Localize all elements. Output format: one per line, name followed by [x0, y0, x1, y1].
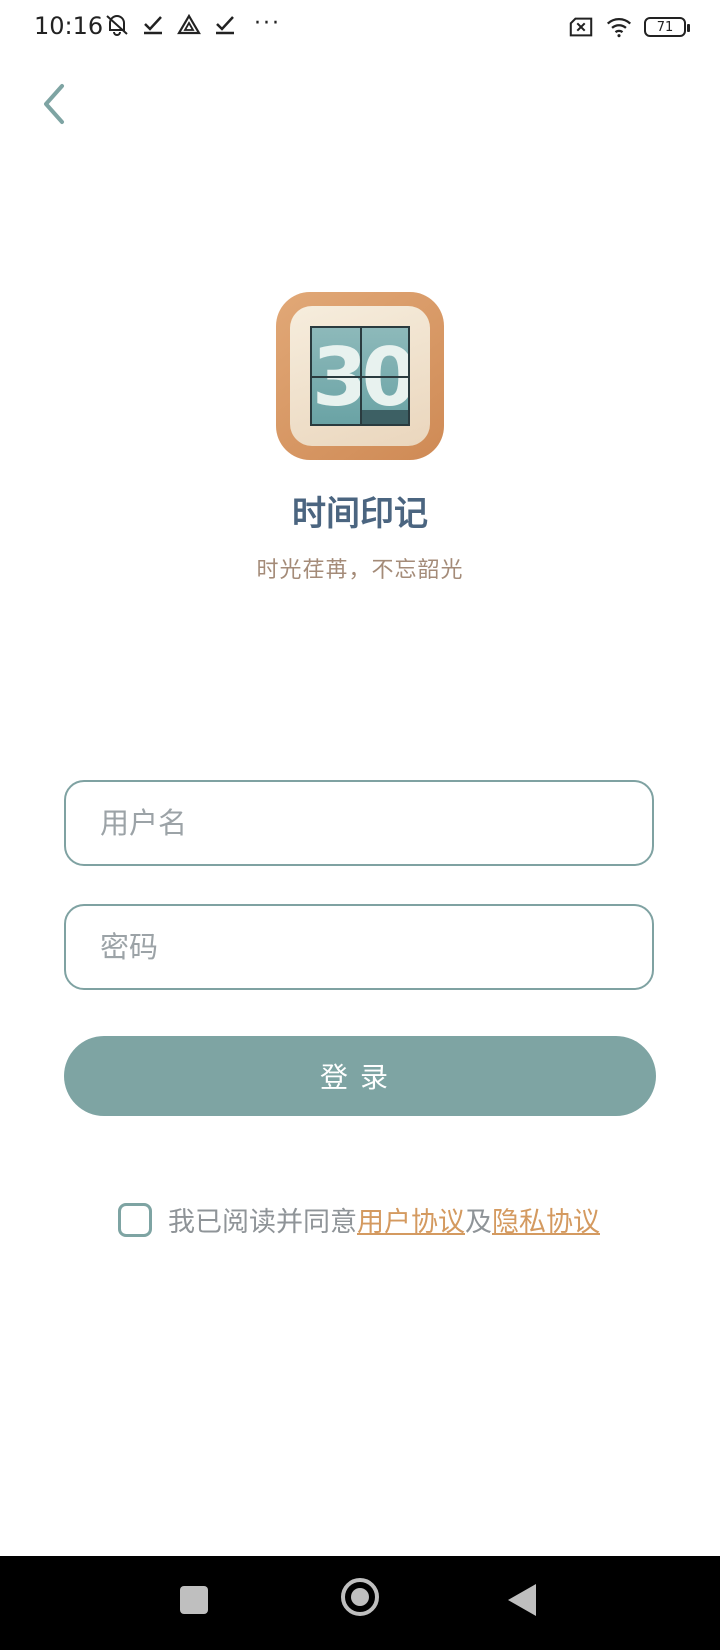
password-field[interactable] — [64, 904, 654, 990]
status-icons-left: ··· — [104, 10, 281, 38]
app-logo: 30 — [276, 292, 444, 460]
agreement-checkbox[interactable] — [118, 1202, 152, 1237]
password-input[interactable] — [66, 906, 652, 988]
home-button[interactable] — [341, 1578, 379, 1616]
drive-icon — [176, 12, 202, 38]
app-slogan: 时光荏苒，不忘韶光 — [256, 558, 464, 583]
username-input[interactable] — [66, 782, 652, 864]
login-button[interactable]: 登录 — [64, 1036, 656, 1116]
agreement-text: 我已阅读并同意 — [168, 1207, 357, 1238]
agreement-row: 我已阅读并同意 用户协议 及 隐私协议 — [118, 1200, 600, 1239]
logo-frame: 30 — [290, 306, 430, 446]
recents-button[interactable] — [180, 1586, 208, 1614]
app-title: 时间印记 — [292, 494, 428, 534]
user-agreement-link[interactable]: 用户协议 — [357, 1200, 465, 1239]
agreement-and: 及 — [465, 1207, 492, 1238]
logo-divider — [312, 376, 408, 378]
privacy-agreement-link[interactable]: 隐私协议 — [492, 1200, 600, 1239]
username-field[interactable] — [64, 780, 654, 866]
status-time: 10:16 — [34, 12, 104, 40]
battery-icon: 71 — [644, 17, 690, 37]
nav-back-button[interactable] — [508, 1584, 536, 1616]
logo-shadow — [362, 410, 408, 424]
status-icons-right: 71 — [568, 14, 690, 40]
sim-off-icon — [568, 14, 594, 40]
flip-clock-panel: 30 — [310, 326, 410, 426]
chevron-left-icon — [44, 84, 64, 124]
mute-icon — [104, 12, 130, 38]
system-nav-bar — [0, 1556, 720, 1650]
wifi-icon — [606, 14, 632, 40]
check-icon — [140, 12, 166, 38]
back-button[interactable] — [36, 80, 76, 128]
status-bar: 10:16 ··· 71 — [0, 0, 720, 54]
check-icon — [212, 12, 238, 38]
more-icon: ··· — [254, 10, 281, 36]
